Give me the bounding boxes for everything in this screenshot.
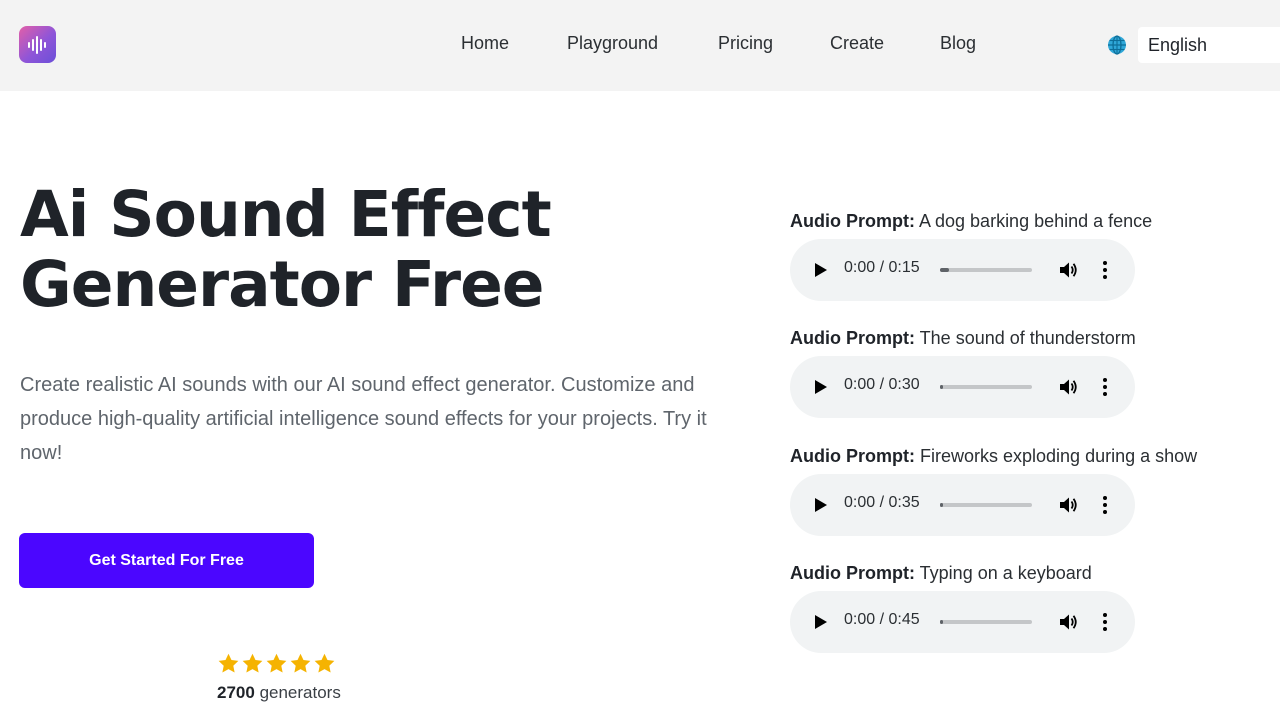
audio-player: 0:00 / 0:45	[790, 591, 1135, 653]
star-icon	[314, 653, 335, 673]
audio-progress-slider[interactable]	[940, 503, 1032, 507]
audio-prompt-key: Audio Prompt:	[790, 328, 915, 348]
language-select[interactable]: English	[1138, 27, 1280, 63]
volume-icon[interactable]	[1058, 495, 1078, 515]
nav-blog[interactable]: Blog	[940, 33, 976, 54]
audio-prompt-text: A dog barking behind a fence	[919, 211, 1153, 231]
rating-text: 2700 generators	[217, 683, 341, 703]
star-icon	[218, 653, 239, 673]
audio-time: 0:00 / 0:30	[844, 376, 920, 393]
audio-time: 0:00 / 0:15	[844, 259, 920, 276]
star-icon	[290, 653, 311, 673]
rating-stars	[217, 652, 336, 676]
nav-home[interactable]: Home	[461, 33, 509, 54]
page-title-line-1: Ai Sound Effect	[20, 178, 552, 251]
audio-progress-fill	[940, 620, 943, 624]
audio-prompt: Audio Prompt: Typing on a keyboard	[790, 563, 1260, 587]
play-icon[interactable]	[814, 497, 828, 513]
play-icon[interactable]	[814, 614, 828, 630]
get-started-button[interactable]: Get Started For Free	[19, 533, 314, 588]
audio-progress-fill	[940, 503, 943, 507]
audio-player: 0:00 / 0:35	[790, 474, 1135, 536]
audio-prompt-text: The sound of thunderstorm	[919, 328, 1136, 348]
audio-prompt-key: Audio Prompt:	[790, 211, 915, 231]
audio-progress-fill	[940, 268, 950, 272]
more-options-icon[interactable]	[1099, 611, 1111, 633]
audio-time: 0:00 / 0:35	[844, 494, 920, 511]
audio-player: 0:00 / 0:15	[790, 239, 1135, 301]
more-options-icon[interactable]	[1099, 376, 1111, 398]
audio-progress-fill	[940, 385, 943, 389]
audio-prompt: Audio Prompt: The sound of thunderstorm	[790, 328, 1260, 352]
nav-pricing[interactable]: Pricing	[718, 33, 773, 54]
more-options-icon[interactable]	[1099, 259, 1111, 281]
rating-suffix: generators	[259, 683, 341, 702]
volume-icon[interactable]	[1058, 260, 1078, 280]
rating-count: 2700	[217, 683, 255, 702]
audio-prompt-text: Fireworks exploding during a show	[920, 446, 1198, 466]
volume-icon[interactable]	[1058, 612, 1078, 632]
audio-prompt: Audio Prompt: Fireworks exploding during…	[790, 446, 1260, 470]
site-header: Home Playground Pricing Create Blog Engl…	[0, 0, 1280, 91]
globe-icon	[1108, 35, 1126, 55]
waveform-icon[interactable]	[19, 26, 56, 63]
audio-progress-slider[interactable]	[940, 268, 1032, 272]
page-title-line-2: Generator Free	[20, 248, 545, 321]
star-icon	[266, 653, 287, 673]
audio-prompt-text: Typing on a keyboard	[919, 563, 1092, 583]
play-icon[interactable]	[814, 262, 828, 278]
audio-progress-slider[interactable]	[940, 385, 1032, 389]
page-title: Ai Sound Effect Generator Free	[20, 180, 660, 320]
audio-sample: Audio Prompt: A dog barking behind a fen…	[790, 211, 1260, 301]
audio-time: 0:00 / 0:45	[844, 611, 920, 628]
star-icon	[242, 653, 263, 673]
audio-progress-slider[interactable]	[940, 620, 1032, 624]
more-options-icon[interactable]	[1099, 494, 1111, 516]
audio-sample: Audio Prompt: Fireworks exploding during…	[790, 446, 1260, 536]
audio-sample: Audio Prompt: The sound of thunderstorm …	[790, 328, 1260, 418]
volume-icon[interactable]	[1058, 377, 1078, 397]
nav-create[interactable]: Create	[830, 33, 884, 54]
audio-player: 0:00 / 0:30	[790, 356, 1135, 418]
audio-prompt-key: Audio Prompt:	[790, 563, 915, 583]
audio-prompt: Audio Prompt: A dog barking behind a fen…	[790, 211, 1260, 235]
audio-prompt-key: Audio Prompt:	[790, 446, 915, 466]
hero-description: Create realistic AI sounds with our AI s…	[20, 374, 707, 464]
play-icon[interactable]	[814, 379, 828, 395]
audio-sample: Audio Prompt: Typing on a keyboard 0:00 …	[790, 563, 1260, 653]
nav-playground[interactable]: Playground	[567, 33, 658, 54]
